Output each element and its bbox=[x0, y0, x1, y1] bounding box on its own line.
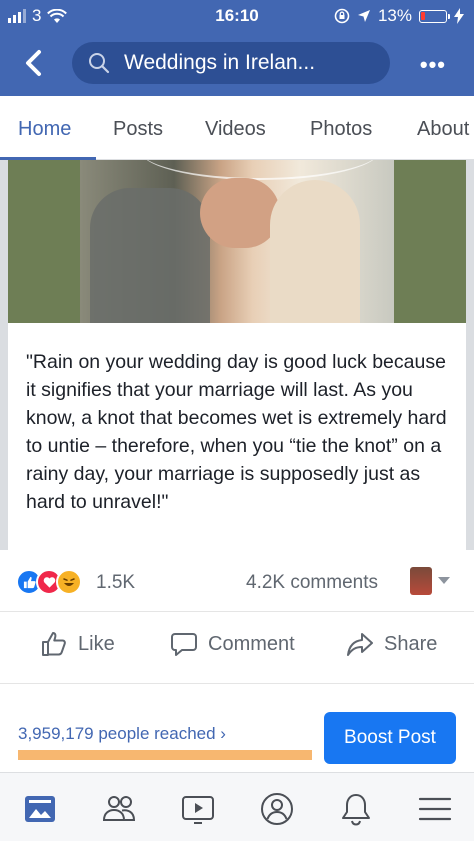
reaction-count: 1.5K bbox=[96, 572, 136, 593]
comment-button[interactable]: Comment bbox=[170, 630, 295, 658]
search-text: Weddings in Irelan... bbox=[124, 51, 316, 74]
page-avatar[interactable] bbox=[410, 567, 432, 595]
share-button[interactable]: Share bbox=[346, 630, 437, 658]
back-chevron-icon[interactable] bbox=[18, 46, 52, 80]
reaction-icons bbox=[16, 569, 82, 595]
chevron-right-icon: › bbox=[220, 724, 226, 743]
battery-icon bbox=[419, 9, 450, 23]
reactions-summary[interactable]: 1.5K 4.2K comments bbox=[0, 550, 474, 612]
search-icon bbox=[89, 53, 110, 74]
comments-count[interactable]: 4.2K comments bbox=[246, 572, 378, 594]
watch-video-icon[interactable] bbox=[180, 791, 216, 827]
feed: "Rain on your wedding day is good luck b… bbox=[0, 160, 474, 550]
menu-hamburger-icon[interactable] bbox=[417, 791, 453, 827]
status-bar: 3 16:10 13% bbox=[0, 0, 474, 30]
guest-figure bbox=[90, 188, 210, 323]
notifications-bell-icon[interactable] bbox=[338, 791, 374, 827]
reach-progress-fill bbox=[18, 750, 312, 760]
bride-figure bbox=[270, 180, 360, 323]
profile-icon[interactable] bbox=[259, 791, 295, 827]
people-reached-text: 3,959,179 people reached bbox=[18, 724, 216, 743]
caret-down-icon[interactable] bbox=[438, 577, 450, 584]
orientation-lock-icon bbox=[334, 8, 350, 24]
couple-faces bbox=[200, 178, 280, 248]
like-button[interactable]: Like bbox=[40, 630, 115, 658]
umbrella-shape bbox=[140, 160, 380, 180]
post-card: "Rain on your wedding day is good luck b… bbox=[8, 160, 466, 550]
battery-percent: 13% bbox=[377, 6, 412, 25]
tab-home[interactable]: Home bbox=[18, 118, 71, 141]
top-navbar: Weddings in Irelan... ••• bbox=[0, 30, 474, 96]
status-right-group: 13% bbox=[334, 6, 464, 26]
boost-row: 3,959,179 people reached › Boost Post bbox=[0, 684, 474, 772]
page-tabs: Home Posts Videos Photos About bbox=[0, 96, 474, 160]
comment-label: Comment bbox=[208, 632, 295, 655]
share-label: Share bbox=[384, 632, 438, 655]
bottom-tab-bar bbox=[0, 772, 474, 841]
charging-bolt-icon bbox=[454, 8, 464, 24]
like-label: Like bbox=[78, 632, 115, 655]
search-field[interactable]: Weddings in Irelan... bbox=[72, 42, 390, 84]
news-feed-icon[interactable] bbox=[22, 791, 58, 827]
tab-posts[interactable]: Posts bbox=[113, 118, 163, 141]
tab-videos[interactable]: Videos bbox=[205, 118, 266, 141]
thumbs-up-icon bbox=[42, 632, 66, 656]
reach-progress-bar bbox=[18, 750, 312, 760]
haha-reaction-icon bbox=[56, 569, 82, 595]
tab-about[interactable]: About bbox=[417, 118, 469, 141]
post-quote-text: "Rain on your wedding day is good luck b… bbox=[26, 351, 447, 513]
tab-photos[interactable]: Photos bbox=[310, 118, 372, 141]
people-reached-link[interactable]: 3,959,179 people reached › bbox=[18, 724, 226, 744]
share-arrow-icon bbox=[347, 633, 373, 656]
location-arrow-icon bbox=[357, 10, 370, 22]
more-options-button[interactable]: ••• bbox=[420, 52, 446, 78]
wedding-kiss-image bbox=[80, 160, 394, 323]
friends-icon[interactable] bbox=[101, 791, 137, 827]
post-actions: Like Comment Share bbox=[0, 612, 474, 684]
comment-bubble-icon bbox=[171, 633, 197, 656]
post-photo[interactable] bbox=[8, 160, 466, 323]
boost-post-button[interactable]: Boost Post bbox=[324, 712, 456, 764]
